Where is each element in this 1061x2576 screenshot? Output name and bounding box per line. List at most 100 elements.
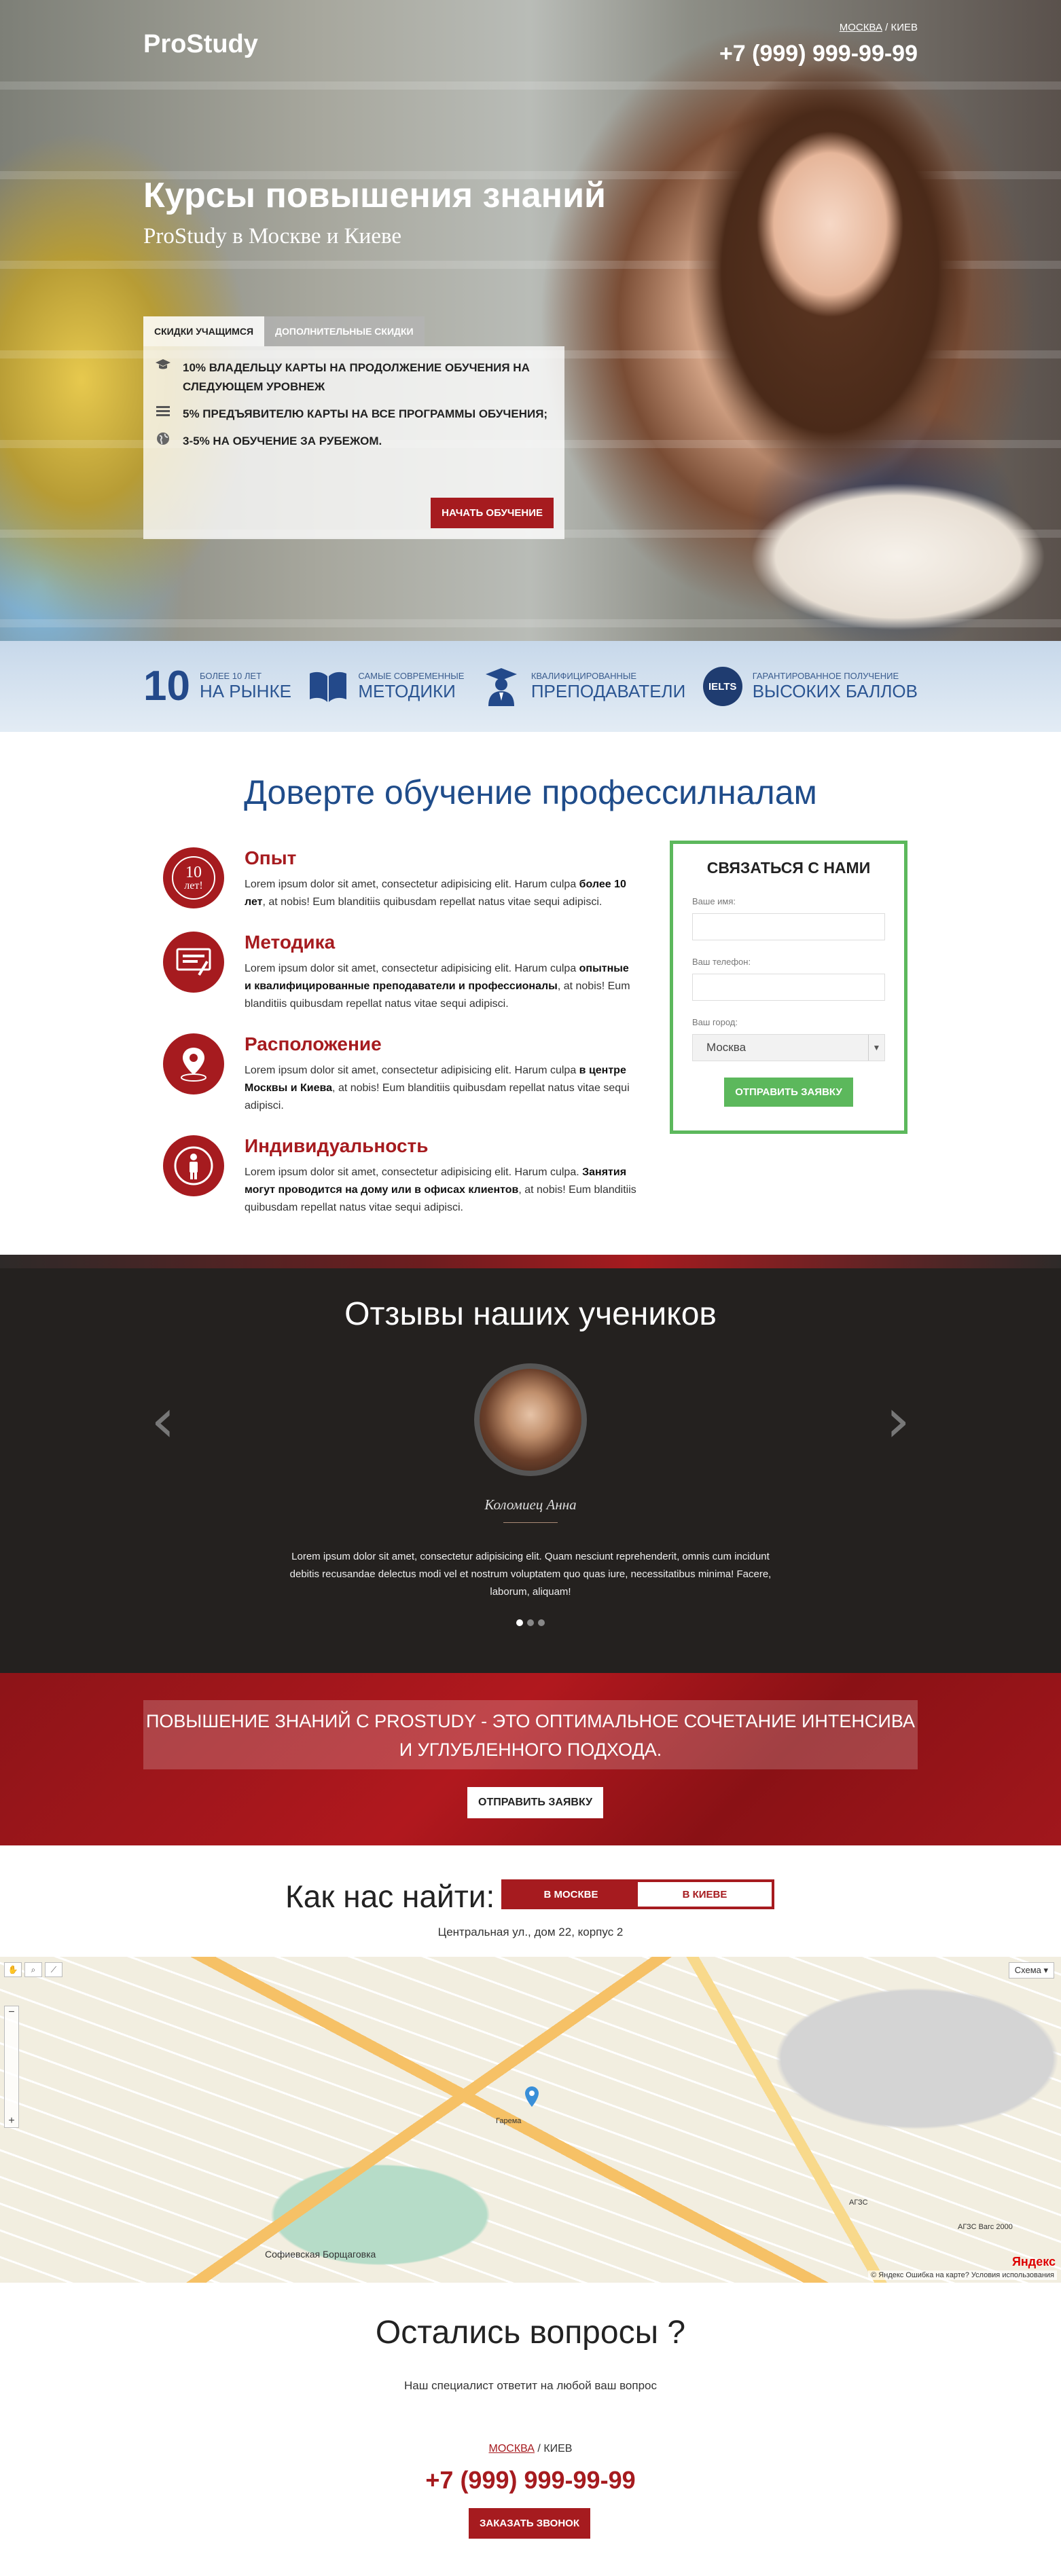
city-kiev-link[interactable]: КИЕВ (891, 22, 918, 33)
ielts-badge-text: IELTS (702, 667, 742, 706)
map-label: Софиевская Борщаговка (265, 2249, 376, 2260)
carousel-dot[interactable] (527, 1619, 534, 1626)
carousel-dot[interactable] (516, 1619, 523, 1626)
map-type-select[interactable]: Схема ▾ (1008, 1962, 1054, 1979)
feature-small-text: БОЛЕЕ 10 ЛЕТ (199, 671, 262, 681)
benefit-title: Методика (245, 932, 336, 953)
city-separator: / (534, 2443, 544, 2454)
graduation-cap-icon (154, 358, 172, 374)
find-us-title: Как нас найти: (285, 1879, 495, 1914)
tab-student-discounts[interactable]: СКИДКИ УЧАЩИМСЯ (143, 316, 265, 346)
order-call-button[interactable]: ЗАКАЗАТЬ ЗВОНОК (469, 2508, 590, 2539)
footer-phone[interactable]: +7 (999) 999-99-99 (0, 2466, 1061, 2495)
map-zoom-control[interactable]: − + (4, 2006, 19, 2128)
tab-kiev[interactable]: В КИЕВЕ (638, 1882, 772, 1907)
map-label: Гарема (496, 2117, 522, 2125)
feature-main-text: ПРЕПОДАВАТЕЛИ (530, 681, 686, 701)
carousel-dot[interactable] (538, 1619, 545, 1626)
book-icon (308, 666, 348, 707)
ruler-icon[interactable]: ⟋ (45, 1962, 62, 1977)
start-learning-button[interactable]: НАЧАТЬ ОБУЧЕНИЕ (431, 498, 554, 528)
contact-form: СВЯЗАТЬСЯ С НАМИ Ваше имя: Ваш телефон: … (670, 841, 907, 1134)
feature-years-number: 10 (143, 663, 190, 710)
benefits-list: 10 лет! Опыт Lorem ipsum dolor sit amet, … (163, 847, 639, 1237)
feature-small-text: САМЫЕ СОВРЕМЕННЫЕ (358, 671, 465, 681)
feature-small-text: ГАРАНТИРОВАННОЕ ПОЛУЧЕНИЕ (752, 671, 899, 681)
list-icon (154, 405, 172, 420)
benefit-method: Методика Lorem ipsum dolor sit amet, con… (163, 932, 639, 1013)
zoom-in-icon[interactable]: − (8, 2006, 14, 2019)
ten-years-icon: 10 лет! (163, 847, 224, 908)
feature-main-text: ВЫСОКИХ БАЛЛОВ (752, 681, 918, 701)
map-label: АГЗС Вагс 2000 (958, 2223, 1013, 2231)
map-copyright[interactable]: © Яндекс Ошибка на карте? Условия исполь… (868, 2270, 1057, 2280)
discount-box: СКИДКИ УЧАЩИМСЯ ДОПОЛНИТЕЛЬНЫЕ СКИДКИ 10… (143, 316, 564, 539)
zoom-out-icon[interactable]: + (8, 2115, 14, 2127)
footer-city-kiev-link[interactable]: КИЕВ (543, 2443, 572, 2454)
city-switch: МОСКВА / КИЕВ (840, 22, 918, 33)
benefit-text: Lorem ipsum dolor sit amet, consectetur … (245, 963, 630, 1010)
map[interactable]: ✋ ⌕ ⟋ − + Схема ▾ Софиевская Борщаговка … (0, 1957, 1061, 2283)
reviews-title: Отзывы наших учеников (344, 1296, 717, 1332)
discount-item-text: 5% ПРЕДЪЯВИТЕЛЮ КАРТЫ НА ВСЕ ПРОГРАММЫ О… (183, 407, 548, 420)
name-label: Ваше имя: (692, 896, 736, 906)
hero-title: Курсы повышения знаний (143, 176, 607, 215)
benefit-individual: Индивидуальность Lorem ipsum dolor sit a… (163, 1135, 639, 1217)
discount-panel: 10% ВЛАДЕЛЬЦУ КАРТЫ НА ПРОДОЛЖЕНИЕ ОБУЧЕ… (143, 346, 564, 539)
phone-input[interactable] (692, 974, 885, 1001)
tab-moscow[interactable]: В МОСКВЕ (504, 1882, 638, 1907)
footer-city-moscow-link[interactable]: МОСКВА (489, 2443, 535, 2454)
reviewer-avatar (474, 1363, 587, 1476)
discount-item-text: 10% ВЛАДЕЛЬЦУ КАРТЫ НА ПРОДОЛЖЕНИЕ ОБУЧЕ… (183, 361, 530, 393)
benefit-title: Расположение (245, 1033, 382, 1054)
hero-section: ProStudy МОСКВА / КИЕВ +7 (999) 999-99-9… (0, 0, 1061, 641)
trust-title: Доверте обучение профессилналам (244, 773, 817, 811)
promo-section: ПОВЫШЕНИЕ ЗНАНИЙ С PROSTUDY - ЭТО ОПТИМА… (0, 1673, 1061, 1845)
questions-subtitle: Наш специалист ответит на любой ваш вопр… (404, 2379, 657, 2392)
city-label: Ваш город: (692, 1017, 738, 1027)
location-icon (163, 1033, 224, 1094)
feature-teachers: КВАЛИФИЦИРОВАННЫЕ ПРЕПОДАВАТЕЛИ (481, 666, 685, 707)
magnifier-icon[interactable]: ⌕ (24, 1962, 42, 1977)
reviews-top-decoration (0, 1255, 1061, 1268)
discount-item: 10% ВЛАДЕЛЬЦУ КАРТЫ НА ПРОДОЛЖЕНИЕ ОБУЧЕ… (154, 358, 554, 397)
logo[interactable]: ProStudy (143, 30, 258, 59)
hero-subtitle: ProStudy в Москве и Киеве (143, 224, 402, 249)
tab-additional-discounts[interactable]: ДОПОЛНИТЕЛЬНЫЕ СКИДКИ (264, 316, 425, 346)
map-tools: ✋ ⌕ ⟋ (4, 1962, 62, 1977)
city-moscow-link[interactable]: МОСКВА (840, 22, 882, 33)
reviewer-divider (503, 1522, 558, 1523)
promo-request-button[interactable]: ОТПРАВИТЬ ЗАЯВКУ (467, 1787, 604, 1818)
discount-item: 3-5% НА ОБУЧЕНИЕ ЗА РУБЕЖОМ. (154, 432, 554, 451)
chevron-left-icon[interactable]: ‹ (149, 1391, 177, 1452)
benefit-title: Индивидуальность (245, 1135, 429, 1156)
city-select[interactable]: Москва ▼ (692, 1034, 885, 1061)
hero-photo (626, 0, 1061, 641)
discount-item-text: 3-5% НА ОБУЧЕНИЕ ЗА РУБЕЖОМ. (183, 435, 382, 447)
contact-form-title: СВЯЗАТЬСЯ С НАМИ (706, 859, 871, 877)
submit-request-button[interactable]: ОТПРАВИТЬ ЗАЯВКУ (724, 1078, 853, 1107)
features-strip: 10 БОЛЕЕ 10 ЛЕТ НА РЫНКЕ САМЫЕ СОВРЕМЕНН… (0, 641, 1061, 732)
questions-section: Остались вопросы ? Наш специалист ответи… (0, 2283, 1061, 2568)
hand-icon[interactable]: ✋ (4, 1962, 22, 1977)
name-input[interactable] (692, 913, 885, 940)
chevron-right-icon[interactable]: › (884, 1391, 912, 1452)
questions-title: Остались вопросы ? (375, 2315, 686, 2351)
feature-ielts: IELTS ГАРАНТИРОВАННОЕ ПОЛУЧЕНИЕ ВЫСОКИХ … (702, 666, 918, 707)
discount-tabs: СКИДКИ УЧАЩИМСЯ ДОПОЛНИТЕЛЬНЫЕ СКИДКИ (143, 316, 564, 346)
map-pin-icon[interactable] (524, 2086, 539, 2108)
chevron-down-icon: ▼ (868, 1035, 884, 1061)
reviewer-name: Коломиец Анна (484, 1496, 577, 1513)
city-select-value: Москва (706, 1041, 747, 1054)
footer-city-switch: МОСКВА / КИЕВ (0, 2443, 1061, 2455)
benefit-experience: 10 лет! Опыт Lorem ipsum dolor sit amet, … (163, 847, 639, 911)
reviews-section: Отзывы наших учеников ‹ › Коломиец Анна … (0, 1255, 1061, 1673)
benefit-text: Lorem ipsum dolor sit amet, consectetur … (245, 879, 626, 908)
person-icon (163, 1135, 224, 1196)
benefit-text: Lorem ipsum dolor sit amet, consectetur … (245, 1166, 636, 1213)
header-phone[interactable]: +7 (999) 999-99-99 (719, 41, 918, 67)
city-separator: / (882, 22, 891, 33)
promo-text: ПОВЫШЕНИЕ ЗНАНИЙ С PROSTUDY - ЭТО ОПТИМА… (143, 1700, 918, 1769)
map-label: АГЗС (849, 2198, 868, 2207)
globe-icon (154, 432, 172, 449)
